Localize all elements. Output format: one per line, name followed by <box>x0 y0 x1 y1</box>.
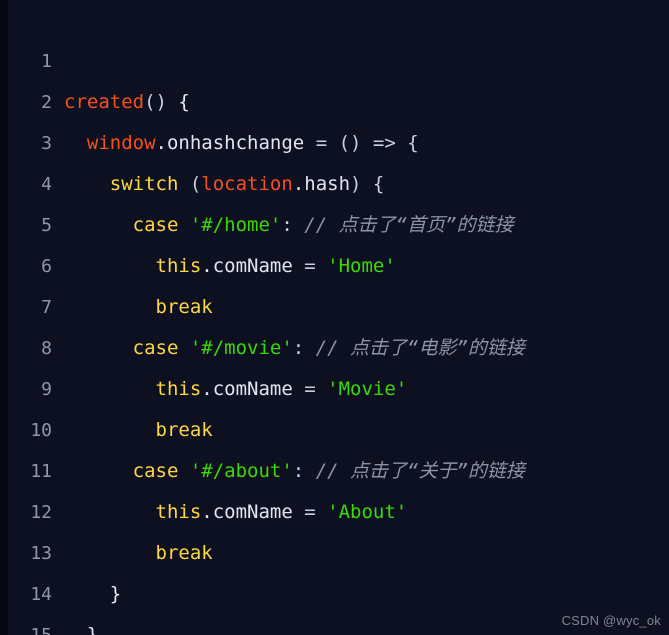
code-line: 14 } <box>8 533 669 635</box>
code-editor[interactable]: 1 created() { 2 window.onhashchange = ()… <box>8 0 669 635</box>
editor-edge-strip <box>0 0 8 635</box>
line-number: 15 <box>8 615 52 635</box>
code-line: 2 window.onhashchange = () => { <box>8 41 669 154</box>
code-line: 5 this.comName = 'Home' <box>8 164 669 277</box>
watermark: CSDN @wyc_ok <box>561 613 661 628</box>
code-line: 13 } <box>8 492 669 605</box>
code-line: 9 break <box>8 328 669 441</box>
code-line: 15 } <box>8 574 669 635</box>
code-line: 11 this.comName = 'About' <box>8 410 669 523</box>
code-line: 10 case '#/about': // 点击了“关于”的链接 <box>8 369 669 482</box>
code-line: 12 break <box>8 451 669 564</box>
code-line: 3 switch (location.hash) { <box>8 82 669 195</box>
code-line: 8 this.comName = 'Movie' <box>8 287 669 400</box>
code-screenshot: 1 created() { 2 window.onhashchange = ()… <box>0 0 669 635</box>
code-line: 7 case '#/movie': // 点击了“电影”的链接 <box>8 246 669 359</box>
code-line: 4 case '#/home': // 点击了“首页”的链接 <box>8 123 669 236</box>
code-line: 6 break <box>8 205 669 318</box>
code-line: 1 created() { <box>8 0 669 113</box>
